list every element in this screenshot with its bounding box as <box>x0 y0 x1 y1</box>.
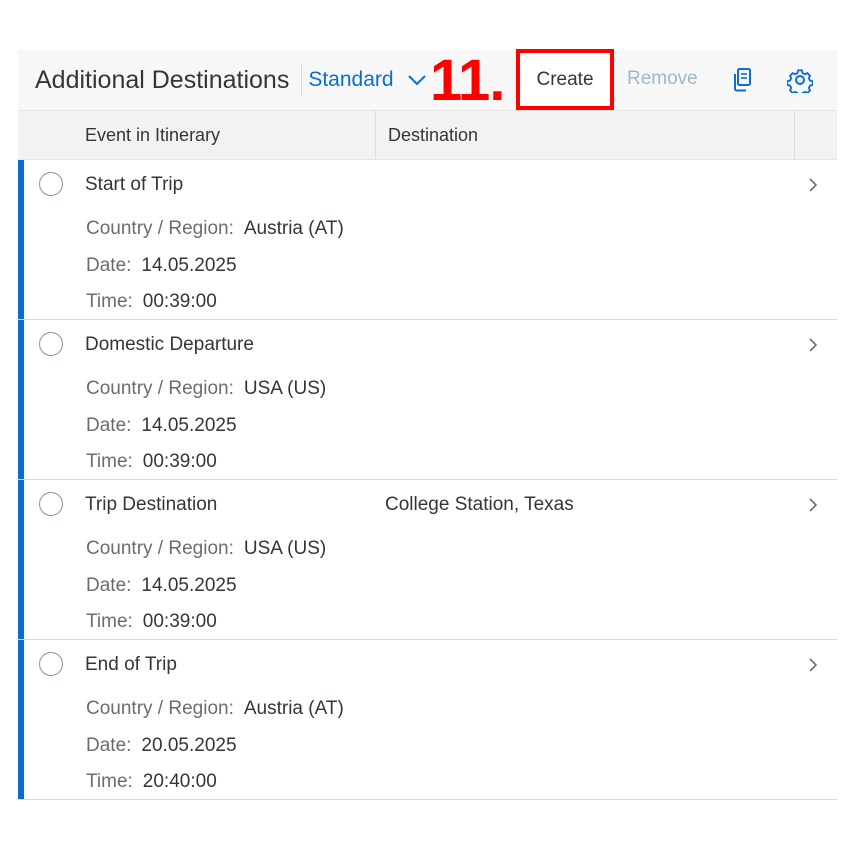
create-button[interactable]: Create <box>516 49 614 110</box>
row-select-radio[interactable] <box>39 492 63 516</box>
country-label: Country / Region: <box>86 218 234 239</box>
date-value: 14.05.2025 <box>141 255 237 276</box>
additional-destinations-panel: Additional Destinations Standard 11. Cre… <box>18 48 837 800</box>
event-name: End of Trip <box>85 654 177 675</box>
time-detail: Time: 00:39:00 <box>86 291 217 313</box>
date-value: 14.05.2025 <box>141 415 237 436</box>
country-label: Country / Region: <box>86 378 234 399</box>
row-highlight-bar <box>18 480 24 639</box>
copy-icon[interactable] <box>731 67 753 98</box>
time-value: 00:39:00 <box>142 611 217 632</box>
settings-gear-icon[interactable] <box>786 67 814 98</box>
country-value: Austria (AT) <box>243 698 344 719</box>
column-header-destination-label: Destination <box>388 124 479 145</box>
column-header-destination[interactable]: Destination <box>376 111 795 159</box>
date-value: 20.05.2025 <box>141 735 237 756</box>
country-label: Country / Region: <box>86 698 234 719</box>
table-row[interactable]: Domestic Departure Country / Region: USA … <box>18 320 837 480</box>
chevron-down-icon <box>407 75 426 86</box>
time-label: Time: <box>86 291 133 312</box>
chevron-right-icon[interactable] <box>808 497 818 518</box>
date-label: Date: <box>86 415 132 436</box>
date-detail: Date: 14.05.2025 <box>86 415 237 437</box>
destination-text: College Station, Texas <box>385 494 574 515</box>
time-detail: Time: 00:39:00 <box>86 451 217 473</box>
country-detail: Country / Region: USA (US) <box>86 538 326 560</box>
row-highlight-bar <box>18 160 24 319</box>
time-label: Time: <box>86 611 133 632</box>
country-label: Country / Region: <box>86 538 234 559</box>
row-select-radio[interactable] <box>39 652 63 676</box>
row-select-radio[interactable] <box>39 332 63 356</box>
date-value: 14.05.2025 <box>141 575 237 596</box>
date-label: Date: <box>86 255 132 276</box>
chevron-right-icon[interactable] <box>808 177 818 198</box>
time-detail: Time: 00:39:00 <box>86 611 217 633</box>
date-detail: Date: 14.05.2025 <box>86 575 237 597</box>
row-highlight-bar <box>18 640 24 799</box>
toolbar-separator <box>301 64 303 96</box>
table-row[interactable]: Trip Destination College Station, Texas … <box>18 480 837 640</box>
country-detail: Country / Region: Austria (AT) <box>86 698 344 720</box>
chevron-right-icon[interactable] <box>808 657 818 678</box>
date-detail: Date: 20.05.2025 <box>86 735 237 757</box>
time-detail: Time: 20:40:00 <box>86 771 217 793</box>
time-label: Time: <box>86 451 133 472</box>
date-detail: Date: 14.05.2025 <box>86 255 237 277</box>
table-row[interactable]: End of Trip Country / Region: Austria (AT… <box>18 640 837 800</box>
time-value: 00:39:00 <box>142 451 217 472</box>
table-toolbar: Additional Destinations Standard 11. Cre… <box>18 48 837 113</box>
row-select-radio[interactable] <box>39 172 63 196</box>
chevron-right-icon[interactable] <box>808 337 818 358</box>
step-number-annotation: 11. <box>430 48 505 113</box>
country-value: USA (US) <box>243 378 327 399</box>
country-detail: Country / Region: USA (US) <box>86 378 326 400</box>
variant-label: Standard <box>308 68 394 91</box>
table-header: Event in Itinerary Destination <box>18 111 837 160</box>
column-header-event[interactable]: Event in Itinerary <box>18 111 376 159</box>
column-header-event-label: Event in Itinerary <box>85 124 221 145</box>
table-title: Additional Destinations <box>35 65 290 94</box>
event-name: Domestic Departure <box>85 334 254 355</box>
event-name: Trip Destination <box>85 494 218 515</box>
country-detail: Country / Region: Austria (AT) <box>86 218 344 240</box>
event-name: Start of Trip <box>85 174 184 195</box>
table-row[interactable]: Start of Trip Country / Region: Austria (… <box>18 160 837 320</box>
time-value: 00:39:00 <box>142 291 217 312</box>
time-label: Time: <box>86 771 133 792</box>
row-highlight-bar <box>18 320 24 479</box>
country-value: Austria (AT) <box>243 218 344 239</box>
remove-button[interactable]: Remove <box>627 68 698 90</box>
variant-selector[interactable]: Standard <box>308 68 426 92</box>
create-button-label: Create <box>536 68 594 90</box>
date-label: Date: <box>86 735 132 756</box>
date-label: Date: <box>86 575 132 596</box>
country-value: USA (US) <box>243 538 327 559</box>
time-value: 20:40:00 <box>142 771 217 792</box>
